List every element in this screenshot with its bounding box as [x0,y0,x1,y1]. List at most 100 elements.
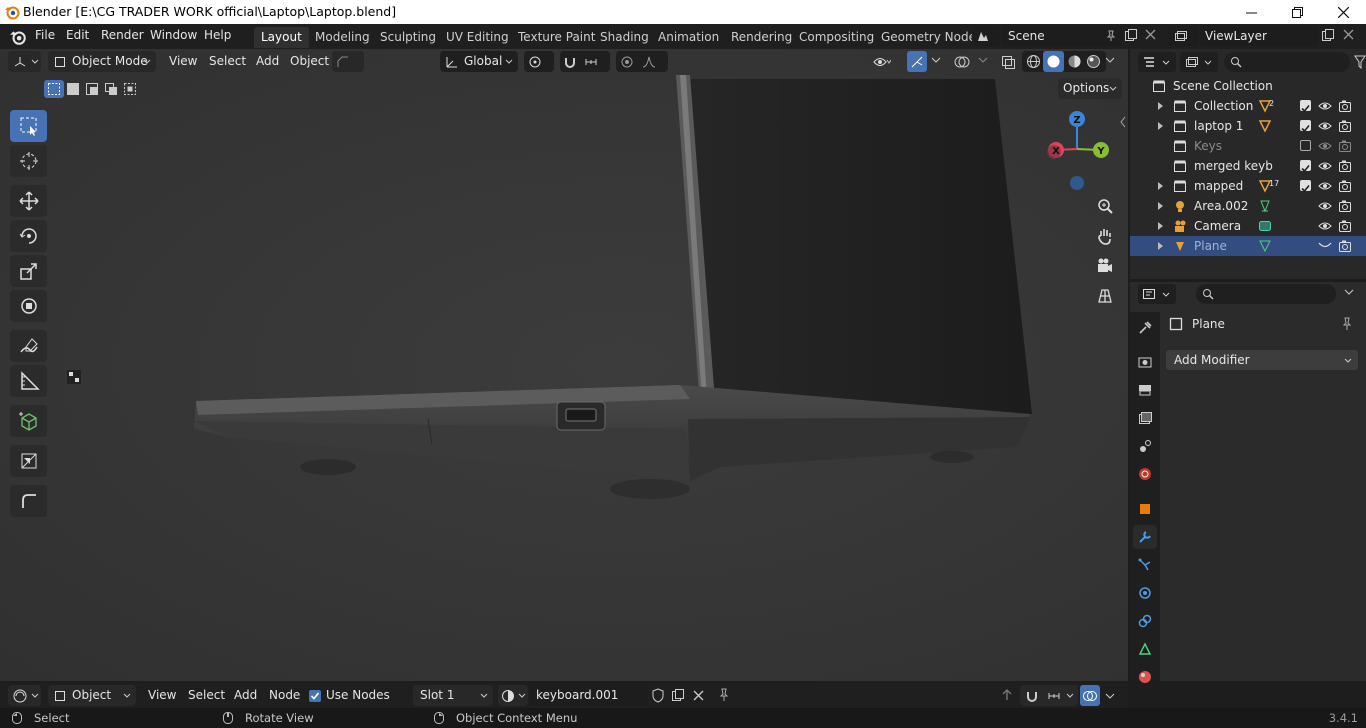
select-new-button[interactable] [44,80,64,98]
workspace-tab-geometry-nodes[interactable]: Geometry Node [874,27,983,48]
outliner-row-merged-keyb[interactable]: merged keyb [1130,156,1366,176]
chevron-down-icon[interactable] [931,57,941,64]
maximize-button[interactable] [1274,0,1320,24]
exclude-checkbox[interactable] [1300,160,1311,173]
render-visibility-icon[interactable] [1338,219,1352,233]
filter-icon[interactable] [1354,55,1366,69]
exclude-checkbox[interactable] [1300,120,1311,133]
tab-data[interactable] [1133,637,1157,661]
render-visibility-icon[interactable] [1338,239,1352,253]
workspace-tab-compositing[interactable]: Compositing [792,27,881,48]
material-preview-icon[interactable] [1067,54,1082,69]
tab-render[interactable] [1133,350,1157,374]
eye-icon[interactable] [1318,120,1332,132]
blender-menu-icon[interactable] [9,28,27,46]
editor-type-button[interactable] [8,51,41,72]
tool-transform[interactable] [10,290,47,322]
use-nodes-checkbox[interactable] [309,690,321,702]
xray-toggle-icon[interactable] [1000,54,1016,70]
minimize-button[interactable] [1228,0,1274,24]
wireframe-shading-icon[interactable] [1026,54,1041,69]
properties-search-input[interactable] [1196,284,1336,304]
browse-material-button[interactable] [498,685,528,706]
workspace-tab-texture-paint[interactable]: Texture Paint [511,27,602,48]
tab-object[interactable] [1133,497,1157,521]
render-visibility-icon[interactable] [1338,119,1352,133]
3d-viewport[interactable]: Object Mode View Select Add Object Globa… [0,49,1128,681]
eye-icon[interactable] [1318,100,1332,112]
tool-measure[interactable] [10,365,47,397]
chevron-down-icon[interactable] [1105,693,1115,700]
outliner-editor-type-button[interactable] [1138,52,1176,72]
workspace-tab-animation[interactable]: Animation [651,27,726,48]
gpencil-dropdown[interactable] [332,51,364,72]
outliner-row-plane[interactable]: Plane [1130,236,1366,256]
chevron-down-icon[interactable] [1105,57,1115,64]
close-button[interactable] [1320,0,1366,24]
snapping-controls[interactable] [560,51,610,72]
menu-edit[interactable]: Edit [66,28,89,42]
laptop-model[interactable] [0,49,1128,681]
visibility-selectability-icon[interactable] [873,54,891,70]
properties-editor-type-button[interactable] [1138,284,1176,304]
exclude-checkbox[interactable] [1300,180,1311,193]
proportional-editing-controls[interactable] [616,51,668,72]
select-subtract-icon[interactable] [85,82,99,96]
eye-icon[interactable] [1318,180,1332,192]
node-menu-select[interactable]: Select [188,685,225,706]
disclosure-triangle-icon[interactable] [1157,102,1164,110]
options-dropdown[interactable]: Options [1058,78,1122,99]
tool-select-box[interactable] [10,110,47,142]
tab-constraints[interactable] [1133,609,1157,633]
node-editor-type-button[interactable] [8,685,41,706]
render-visibility-icon[interactable] [1338,139,1352,153]
disclosure-triangle-icon[interactable] [1157,222,1164,230]
tool-scale[interactable] [10,255,47,287]
display-mode-button[interactable] [1180,52,1218,72]
tool-cursor[interactable] [10,145,47,177]
eye-icon[interactable] [1318,200,1332,212]
zoom-button[interactable] [1092,193,1118,219]
tool-add-cube[interactable] [10,405,47,437]
pivot-point-dropdown[interactable] [524,51,554,72]
new-scene-icon[interactable] [1124,28,1138,42]
eye-closed-icon[interactable] [1318,242,1332,250]
tool-settings-icon[interactable] [65,368,83,386]
scene-name-field[interactable]: Scene [1002,26,1122,46]
menu-help[interactable]: Help [204,28,231,42]
overlays-icon[interactable] [953,53,971,71]
menu-window[interactable]: Window [150,28,197,42]
outliner-row-collection[interactable]: Collection 2 [1130,96,1366,116]
viewport-menu-select[interactable]: Select [209,51,246,72]
delete-scene-icon[interactable] [1145,29,1156,40]
render-visibility-icon[interactable] [1338,99,1352,113]
tab-modifiers[interactable] [1133,525,1157,549]
outliner-row-camera[interactable]: Camera [1130,216,1366,236]
tab-material[interactable] [1133,665,1157,689]
menu-file[interactable]: File [35,28,55,42]
outliner-row-keys[interactable]: Keys [1130,136,1366,156]
tab-physics[interactable] [1133,581,1157,605]
sidebar-toggle-icon[interactable] [1119,116,1127,128]
pin-icon[interactable] [1105,30,1117,42]
tab-view-layer[interactable] [1133,406,1157,430]
add-modifier-dropdown[interactable]: Add Modifier [1166,350,1358,370]
delete-view-layer-icon[interactable] [1343,29,1354,40]
transform-orientation-dropdown[interactable]: Global [440,51,518,72]
eye-icon[interactable] [1318,160,1332,172]
node-menu-view[interactable]: View [148,685,176,706]
select-extend-icon[interactable] [66,82,80,96]
tab-tool[interactable] [1133,316,1157,340]
pin-icon[interactable] [717,688,731,702]
chevron-down-icon[interactable] [978,57,988,64]
disclosure-triangle-icon[interactable] [1157,202,1164,210]
perspective-toggle-button[interactable] [1092,283,1118,309]
parent-node-tree-icon[interactable] [1000,688,1014,702]
render-visibility-icon[interactable] [1338,199,1352,213]
tab-particles[interactable] [1133,553,1157,577]
view-layer-selector-button[interactable] [1168,26,1198,46]
menu-render[interactable]: Render [101,28,144,42]
tab-world[interactable] [1133,462,1157,486]
disclosure-triangle-icon[interactable] [1157,182,1164,190]
camera-view-button[interactable] [1092,253,1118,279]
